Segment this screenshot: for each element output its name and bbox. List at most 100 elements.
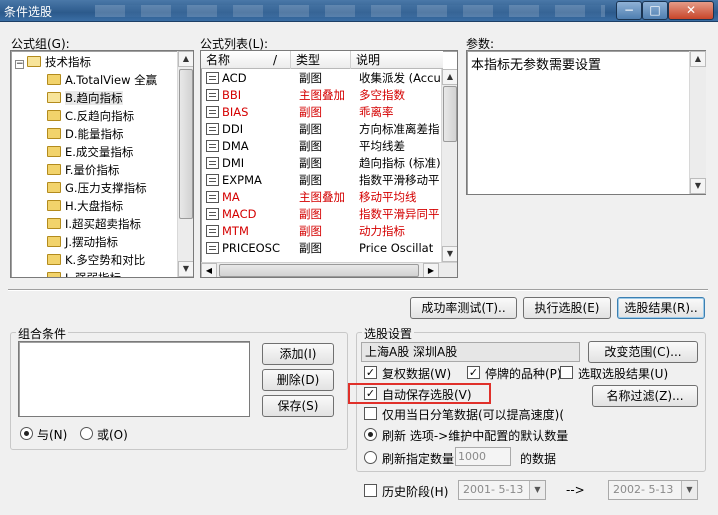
column-header-desc[interactable]: 说明 — [351, 51, 443, 69]
list-scroll-up[interactable]: ▲ — [442, 69, 457, 85]
or-radio[interactable] — [80, 427, 93, 440]
formula-row[interactable]: MA 主图叠加 移动平均线 — [203, 189, 443, 206]
date-from-picker[interactable]: 2001- 5-13 ▼ — [458, 480, 546, 500]
history-label: 历史阶段(H) — [382, 485, 449, 499]
date-from-dropdown-icon[interactable]: ▼ — [529, 481, 545, 499]
formula-type: 副图 — [299, 105, 322, 119]
refresh-default-label: 刷新 选项->维护中配置的默认数量 — [382, 429, 569, 443]
restore-rights-checkbox[interactable]: ✓ — [364, 366, 377, 379]
scroll-down-button[interactable]: ▼ — [178, 261, 193, 277]
formula-name: BIAS — [222, 105, 249, 119]
date-to-value: 2002- 5-13 — [613, 483, 674, 496]
maximize-button[interactable]: □ — [642, 1, 668, 20]
formula-group-tree[interactable]: − 技术指标 A.TotalView 全赢 B.趋向指标 C.反趋向指标 D.能量指标 E.… — [10, 50, 194, 278]
history-checkbox[interactable] — [364, 484, 377, 497]
formula-type: 副图 — [299, 156, 322, 170]
tree-item[interactable]: E.成交量指标 — [47, 143, 133, 161]
formula-row[interactable]: PRICEOSC 副图 Price Oscillat — [203, 240, 443, 257]
results-button[interactable]: 选股结果(R).. — [617, 297, 705, 319]
refresh-count-input[interactable]: 1000 — [455, 447, 511, 466]
tree-item[interactable]: I.超买超卖指标 — [47, 215, 141, 233]
formula-desc: Price Oscillat — [359, 241, 434, 255]
markets-field: 上海A股 深圳A股 — [361, 342, 580, 362]
formula-row[interactable]: EXPMA 副图 指数平滑移动平 — [203, 172, 443, 189]
collapse-icon[interactable]: − — [15, 60, 24, 69]
scroll-thumb[interactable] — [179, 69, 193, 219]
tree-item[interactable]: H.大盘指标 — [47, 197, 123, 215]
formula-list-view[interactable]: 名称 / 类型 说明 ACD 副图 收集派发 (Accu BBI 主图叠加 多空指数 BIAS… — [200, 50, 458, 278]
auto-save-checkbox[interactable]: ✓ — [364, 387, 377, 400]
tree-item[interactable]: C.反趋向指标 — [47, 107, 134, 125]
formula-name: MACD — [222, 207, 257, 221]
formula-file-icon — [206, 123, 219, 135]
formula-row[interactable]: BBI 主图叠加 多空指数 — [203, 87, 443, 104]
params-scroll-down[interactable]: ▼ — [690, 178, 706, 194]
today-tick-checkbox[interactable] — [364, 407, 377, 420]
tree-item[interactable]: G.压力支撑指标 — [47, 179, 147, 197]
scroll-right-button[interactable]: ▶ — [423, 263, 439, 277]
name-filter-button[interactable]: 名称过滤(Z)... — [592, 385, 698, 407]
date-from-value: 2001- 5-13 — [463, 483, 524, 496]
tree-item-label: I.超买超卖指标 — [65, 217, 142, 231]
column-header-name[interactable]: 名称 / — [201, 51, 291, 69]
formula-name: ACD — [222, 71, 247, 85]
tree-item[interactable]: F.量价指标 — [47, 161, 119, 179]
hscroll-thumb[interactable] — [219, 264, 419, 277]
scroll-up-button[interactable]: ▲ — [178, 51, 193, 67]
scroll-left-button[interactable]: ◀ — [201, 263, 217, 277]
add-button[interactable]: 添加(I) — [262, 343, 334, 365]
formula-row[interactable]: MTM 副图 动力指标 — [203, 223, 443, 240]
and-radio[interactable] — [20, 427, 33, 440]
tree-scrollbar[interactable]: ▲ ▼ — [177, 51, 193, 277]
formula-file-icon — [206, 208, 219, 220]
formula-row[interactable]: DDI 副图 方向标准离差指 — [203, 121, 443, 138]
tree-item[interactable]: D.能量指标 — [47, 125, 124, 143]
formula-row[interactable]: BIAS 副图 乖离率 — [203, 104, 443, 121]
list-scroll-down[interactable]: ▼ — [442, 246, 457, 262]
formula-name: DMA — [222, 139, 249, 153]
settings-title: 选股设置 — [362, 325, 415, 342]
pick-results-checkbox[interactable] — [560, 366, 573, 379]
refresh-count-radio[interactable] — [364, 451, 377, 464]
column-header-type[interactable]: 类型 — [291, 51, 351, 69]
execute-button[interactable]: 执行选股(E) — [523, 297, 611, 319]
tree-item[interactable]: A.TotalView 全赢 — [47, 71, 157, 89]
tree-item[interactable]: K.多空势和对比 — [47, 251, 145, 269]
refresh-default-radio[interactable] — [364, 428, 377, 441]
save-button[interactable]: 保存(S) — [262, 395, 334, 417]
params-scroll-up[interactable]: ▲ — [690, 51, 706, 67]
formula-row[interactable]: DMI 副图 趋向指标 (标准) — [203, 155, 443, 172]
pick-results-label: 选取选股结果(U) — [578, 367, 669, 381]
change-range-button[interactable]: 改变范围(C)... — [588, 341, 698, 363]
folder-icon — [47, 74, 61, 85]
formula-row[interactable]: DMA 副图 平均线差 — [203, 138, 443, 155]
date-arrow: --> — [566, 483, 585, 497]
or-label: 或(O) — [97, 428, 128, 442]
delete-button[interactable]: 删除(D) — [262, 369, 334, 391]
combo-conditions-list[interactable] — [18, 341, 250, 417]
tree-root[interactable]: − 技术指标 — [15, 53, 91, 71]
list-scroll-thumb[interactable] — [443, 86, 457, 142]
tree-item[interactable]: L.强弱指标 — [47, 269, 121, 277]
success-test-button[interactable]: 成功率测试(T).. — [410, 297, 517, 319]
tree-root-label: 技术指标 — [45, 55, 91, 69]
folder-icon — [47, 128, 61, 139]
formula-row[interactable]: MACD 副图 指数平滑异同平 — [203, 206, 443, 223]
today-tick-label: 仅用当日分笔数据(可以提高速度)( — [382, 408, 565, 422]
tree-item[interactable]: B.趋向指标 — [47, 89, 123, 107]
minimize-button[interactable]: − — [616, 1, 642, 20]
close-button[interactable]: ✕ — [668, 1, 714, 20]
folder-icon — [47, 164, 61, 175]
date-to-dropdown-icon[interactable]: ▼ — [681, 481, 697, 499]
formula-name: MTM — [222, 224, 249, 238]
formula-file-icon — [206, 106, 219, 118]
suspended-label: 停牌的品种(P) — [485, 367, 562, 381]
date-to-picker[interactable]: 2002- 5-13 ▼ — [608, 480, 698, 500]
formula-row[interactable]: ACD 副图 收集派发 (Accu — [203, 70, 443, 87]
suspended-checkbox[interactable]: ✓ — [467, 366, 480, 379]
tree-item[interactable]: J.摆动指标 — [47, 233, 118, 251]
tree-item-label: A.TotalView 全赢 — [65, 73, 158, 87]
params-scrollbar[interactable]: ▲ ▼ — [689, 51, 706, 194]
list-hscrollbar[interactable]: ◀ ▶ — [201, 262, 457, 277]
list-vscrollbar[interactable]: ▲ ▼ — [441, 69, 457, 262]
